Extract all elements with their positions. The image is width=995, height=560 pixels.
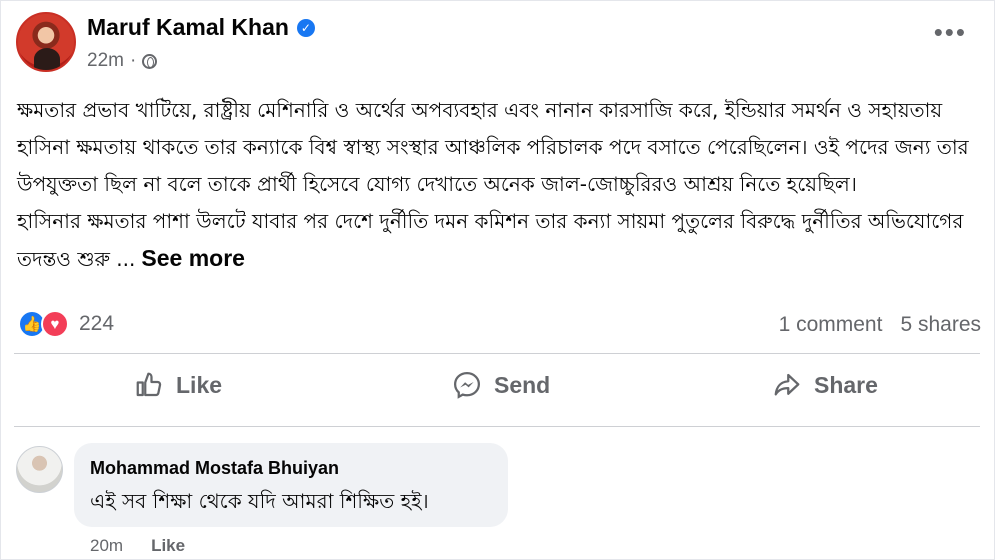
- divider: [14, 353, 980, 354]
- share-button[interactable]: Share: [772, 370, 878, 400]
- more-options-icon[interactable]: •••: [934, 19, 967, 45]
- love-reaction-icon: ♥: [41, 310, 69, 338]
- divider: [14, 426, 980, 427]
- comment-bubble: Mohammad Mostafa Bhuiyan এই সব শিক্ষা থে…: [74, 443, 508, 527]
- author-name[interactable]: Maruf Kamal Khan: [87, 14, 289, 41]
- comment-like-button[interactable]: Like: [151, 536, 185, 556]
- globe-icon[interactable]: [142, 53, 158, 69]
- post-paragraph: হাসিনার ক্ষমতার পাশা উলটে যাবার পর দেশে …: [17, 209, 964, 271]
- send-button[interactable]: Send: [452, 370, 550, 400]
- share-label: Share: [814, 371, 878, 398]
- send-label: Send: [494, 371, 551, 398]
- comment-text: এই সব শিক্ষা থেকে যদি আমরা শিক্ষিত হই।: [90, 489, 429, 513]
- thumbs-up-icon: [136, 372, 162, 397]
- comment-time[interactable]: 20m: [90, 536, 123, 556]
- post-author[interactable]: Maruf Kamal Khan ✓: [87, 14, 315, 41]
- messenger-icon: [453, 371, 481, 399]
- post-body: ক্ষমতার প্রভাব খাটিয়ে, রাষ্ট্রীয় মেশিন…: [17, 92, 987, 278]
- commenter-avatar[interactable]: [16, 446, 63, 493]
- post-paragraph: ক্ষমতার প্রভাব খাটিয়ে, রাষ্ট্রীয় মেশিন…: [17, 98, 969, 196]
- see-more-link[interactable]: See more: [141, 245, 245, 271]
- post-meta: 22m ·: [87, 50, 158, 72]
- comment-meta: 20m Like: [90, 536, 185, 556]
- reaction-count[interactable]: 224: [79, 312, 114, 336]
- author-avatar[interactable]: [16, 12, 76, 72]
- share-arrow-icon: [774, 373, 800, 396]
- like-button[interactable]: Like: [134, 370, 222, 400]
- engagement-counts: 1 comment 5 shares: [779, 313, 981, 337]
- share-count[interactable]: 5 shares: [900, 313, 981, 337]
- comment-author[interactable]: Mohammad Mostafa Bhuiyan: [90, 458, 339, 479]
- like-label: Like: [176, 371, 223, 398]
- comment-count[interactable]: 1 comment: [779, 313, 883, 337]
- verified-badge-icon: ✓: [296, 18, 315, 37]
- reaction-summary[interactable]: 👍 ♥ 224: [18, 310, 114, 338]
- post-time[interactable]: 22m: [87, 50, 124, 72]
